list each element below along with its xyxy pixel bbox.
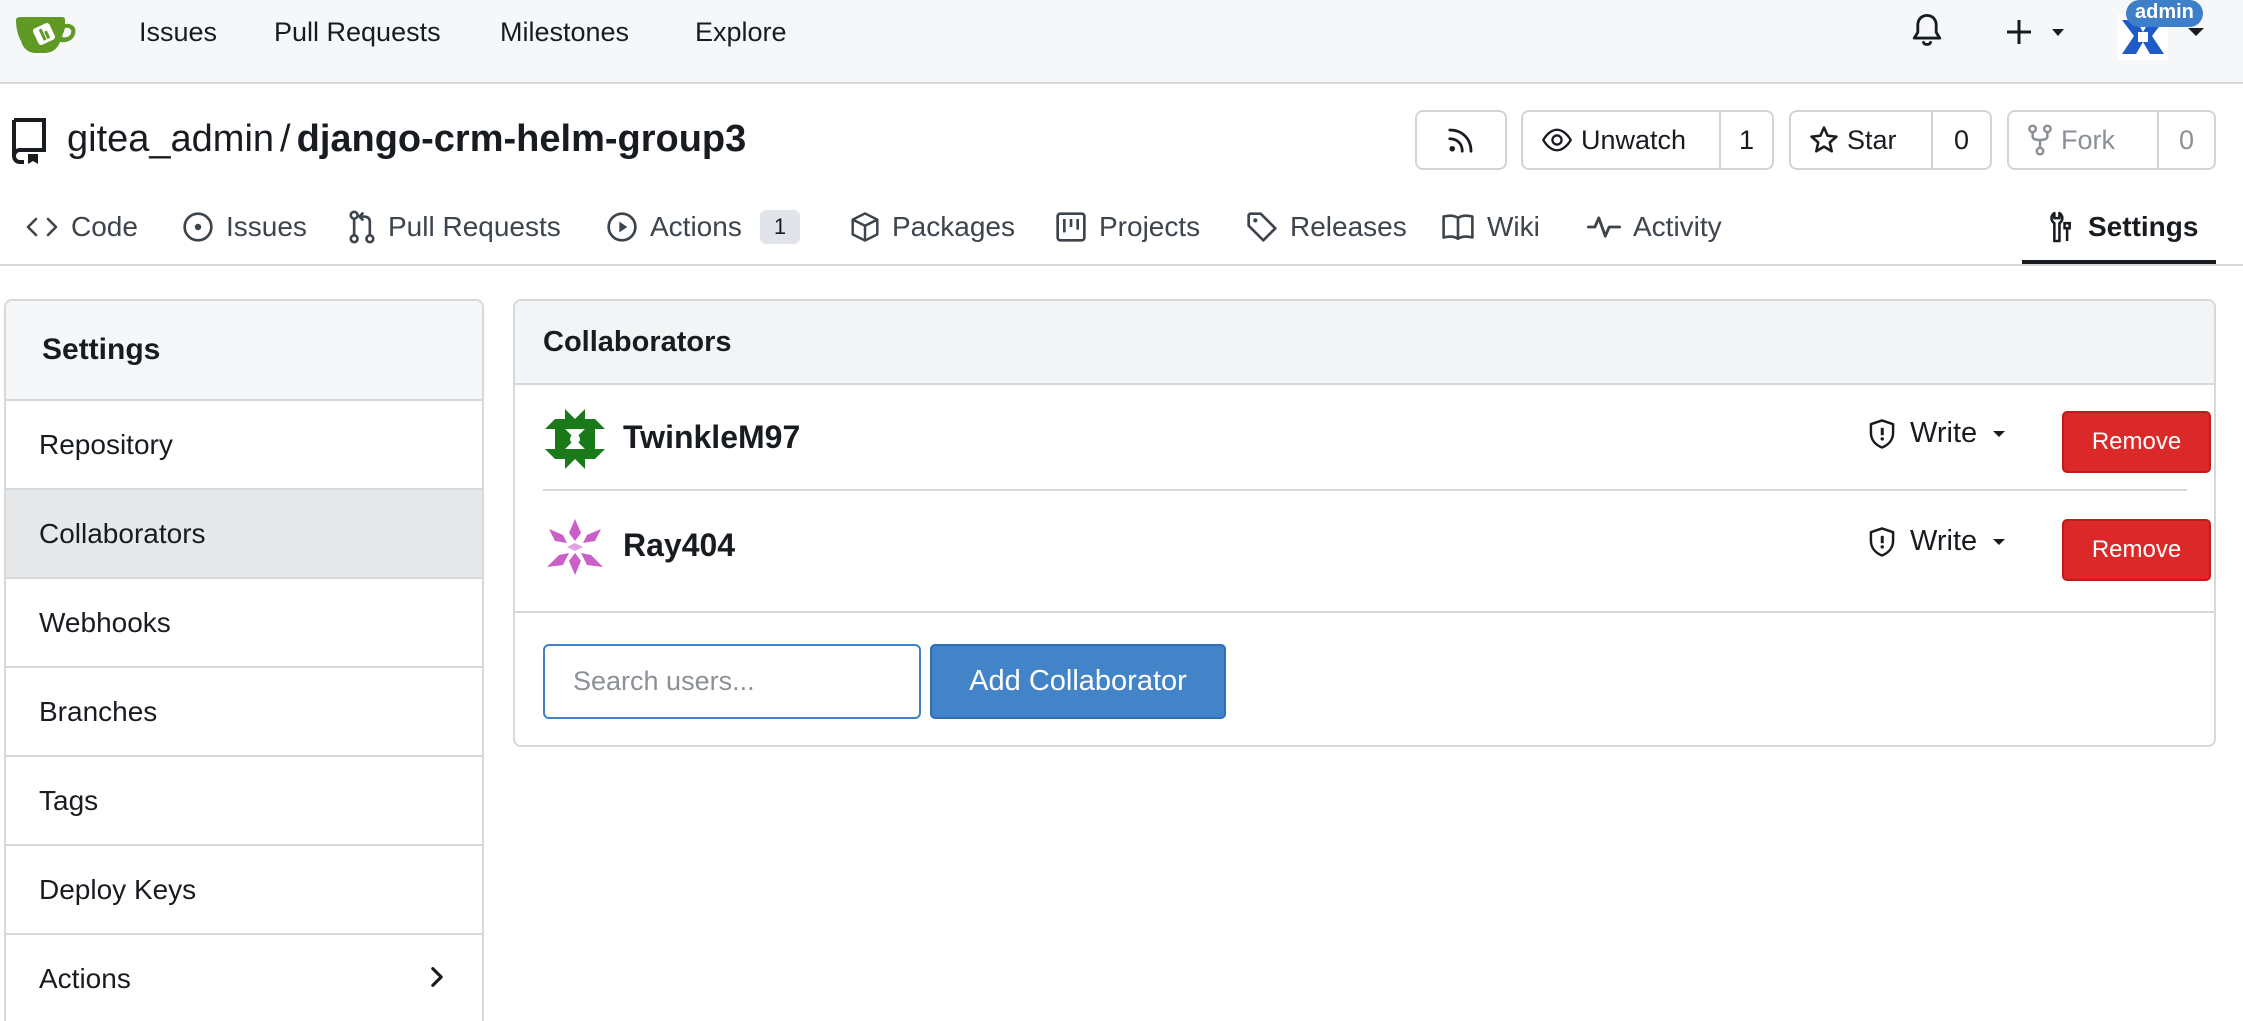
project-icon [1056,212,1086,242]
tab-releases-label: Releases [1290,211,1407,242]
fork-button[interactable]: Fork [2009,112,2157,168]
nav-milestones[interactable]: Milestones [500,17,629,48]
collaborator-row: TwinkleM97 Write Remove [543,385,2211,491]
active-tab-indicator [2022,260,2216,264]
unwatch-label: Unwatch [1581,124,1687,155]
collaborators-panel: Collaborators TwinkleM97 Write Remove Ra… [513,299,2216,747]
admin-badge: admin [2126,0,2203,27]
rss-seg[interactable] [1417,112,1505,168]
watch-count[interactable]: 1 [1719,112,1772,168]
repo-icon [11,118,46,164]
star-button[interactable]: Star [1791,112,1931,168]
collaborators-title: Collaborators [515,301,2214,385]
fork-button-group: Fork 0 [2007,110,2216,170]
repo-name-link[interactable]: django-crm-helm-group3 [297,118,747,160]
permission-dropdown[interactable]: Write [1868,417,2007,450]
collaborator-row: Ray404 Write Remove [543,493,2211,599]
nav-issues[interactable]: Issues [139,17,217,48]
repo-owner-link[interactable]: gitea_admin [67,118,274,160]
play-circle-icon [607,212,637,242]
sidebar-item-branches[interactable]: Branches [6,668,482,757]
eye-icon [1541,128,1573,152]
star-icon [1810,126,1838,153]
code-icon [26,217,58,237]
permission-label: Write [1910,417,1978,449]
avatar[interactable] [543,407,607,471]
nav-pull-requests[interactable]: Pull Requests [274,17,441,48]
sidebar-item-collaborators[interactable]: Collaborators [6,490,482,579]
unwatch-button-group: Unwatch 1 [1521,110,1774,170]
rss-feed-button[interactable] [1415,110,1507,170]
tab-issues-label: Issues [226,211,307,242]
fork-label: Fork [2061,124,2115,155]
permission-dropdown[interactable]: Write [1868,525,2007,558]
star-label: Star [1847,124,1897,155]
tab-activity[interactable]: Activity [1587,200,1722,254]
unwatch-button[interactable]: Unwatch [1523,112,1719,168]
caret-down-icon [1993,538,2006,545]
collaborator-name[interactable]: Ray404 [623,527,735,564]
sidebar-item-webhooks[interactable]: Webhooks [6,579,482,668]
tab-code-label: Code [71,211,138,242]
star-button-group: Star 0 [1789,110,1992,170]
tools-icon [2050,211,2071,243]
sidebar-title: Settings [6,301,482,401]
panel-divider [515,611,2214,613]
remove-collaborator-button[interactable]: Remove [2062,519,2211,581]
tab-pull-requests[interactable]: Pull Requests [348,200,561,254]
rss-icon [1448,128,1473,153]
star-count[interactable]: 0 [1931,112,1990,168]
fork-count[interactable]: 0 [2157,112,2214,168]
gitea-logo[interactable] [14,10,78,56]
add-collaborator-button[interactable]: Add Collaborator [930,644,1226,719]
tab-settings-label: Settings [2088,211,2199,242]
tab-code[interactable]: Code [25,200,138,254]
tab-settings[interactable]: Settings [2048,200,2198,254]
tag-icon [1247,212,1277,242]
nav-explore[interactable]: Explore [695,17,787,48]
sidebar-item-repository[interactable]: Repository [6,401,482,490]
tab-activity-label: Activity [1633,211,1722,242]
tab-wiki[interactable]: Wiki [1441,200,1540,254]
sidebar-item-actions-label: Actions [39,962,131,994]
settings-sidebar: Settings Repository Collaborators Webhoo… [4,299,484,1021]
book-icon [1442,214,1474,241]
repo-title: gitea_admin / django-crm-helm-group3 [67,118,746,161]
tab-pull-requests-label: Pull Requests [388,211,561,242]
permission-label: Write [1910,525,1978,557]
tab-wiki-label: Wiki [1487,211,1540,242]
sidebar-item-tags[interactable]: Tags [6,757,482,846]
user-menu-caret-icon[interactable] [2186,26,2206,38]
tab-packages-label: Packages [892,211,1015,242]
tab-packages[interactable]: Packages [850,200,1015,254]
sidebar-item-deploy-keys[interactable]: Deploy Keys [6,846,482,935]
tab-issues[interactable]: Issues [182,200,307,254]
actions-count-badge: 1 [759,210,801,244]
pull-request-icon [349,210,375,244]
shield-icon [1869,418,1895,449]
chevron-right-icon [431,967,443,987]
create-new-icon[interactable] [2007,18,2067,48]
shield-icon [1869,526,1895,557]
top-navbar: Issues Pull Requests Milestones Explore … [0,0,2243,84]
search-users-input[interactable] [543,644,921,719]
remove-collaborator-button[interactable]: Remove [2062,411,2211,473]
tab-projects-label: Projects [1099,211,1201,242]
package-icon [851,212,879,242]
caret-down-icon [1993,430,2006,437]
tab-actions-label: Actions [650,211,742,242]
tab-actions[interactable]: Actions 1 [606,200,801,254]
repo-title-separator: / [280,118,291,160]
bell-icon[interactable] [1910,12,1944,50]
tab-releases[interactable]: Releases [1246,200,1407,254]
issue-icon [183,212,213,242]
collaborator-name[interactable]: TwinkleM97 [623,419,800,456]
sidebar-item-actions[interactable]: Actions [6,935,482,1021]
fork-icon [2028,124,2052,156]
tab-projects[interactable]: Projects [1055,200,1200,254]
pulse-icon [1587,216,1621,238]
repo-tabs: Code Issues Pull Requests Actions 1 Pack… [0,190,2243,266]
avatar[interactable] [543,515,607,579]
